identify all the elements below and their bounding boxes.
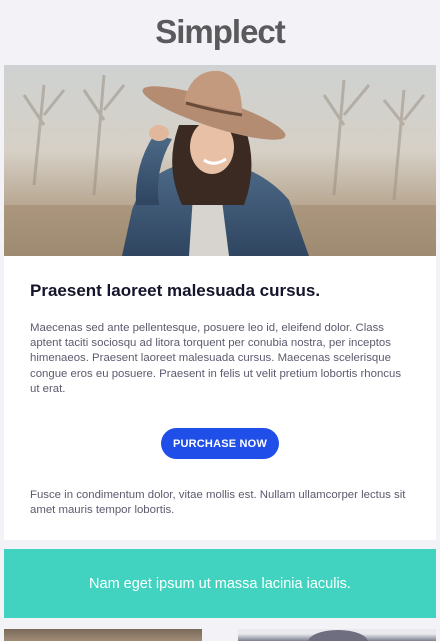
email-header: Simplect bbox=[0, 0, 440, 64]
article-paragraph-2: Fusce in condimentum dolor, vitae mollis… bbox=[30, 489, 406, 517]
thumbnail-left[interactable] bbox=[4, 629, 202, 641]
purchase-now-button[interactable]: PURCHASE NOW bbox=[161, 428, 279, 460]
thumbnail-right[interactable] bbox=[238, 629, 436, 641]
promo-banner: Nam eget ipsum ut massa lacinia iaculis. bbox=[4, 549, 436, 619]
hero-photo-illustration bbox=[4, 65, 436, 256]
article-card: Praesent laoreet malesuada cursus. Maece… bbox=[4, 256, 436, 541]
person-hat-icon bbox=[308, 630, 368, 641]
article-headline: Praesent laoreet malesuada cursus. bbox=[30, 281, 321, 300]
hero-image bbox=[4, 65, 436, 256]
cta-wrapper: PURCHASE NOW bbox=[30, 428, 410, 460]
thumbnail-row bbox=[4, 629, 436, 641]
article-paragraph-1: Maecenas sed ante pellentesque, posuere … bbox=[30, 322, 402, 395]
brand-logo[interactable]: Simplect bbox=[155, 13, 286, 51]
promo-banner-text: Nam eget ipsum ut massa lacinia iaculis. bbox=[89, 575, 351, 592]
